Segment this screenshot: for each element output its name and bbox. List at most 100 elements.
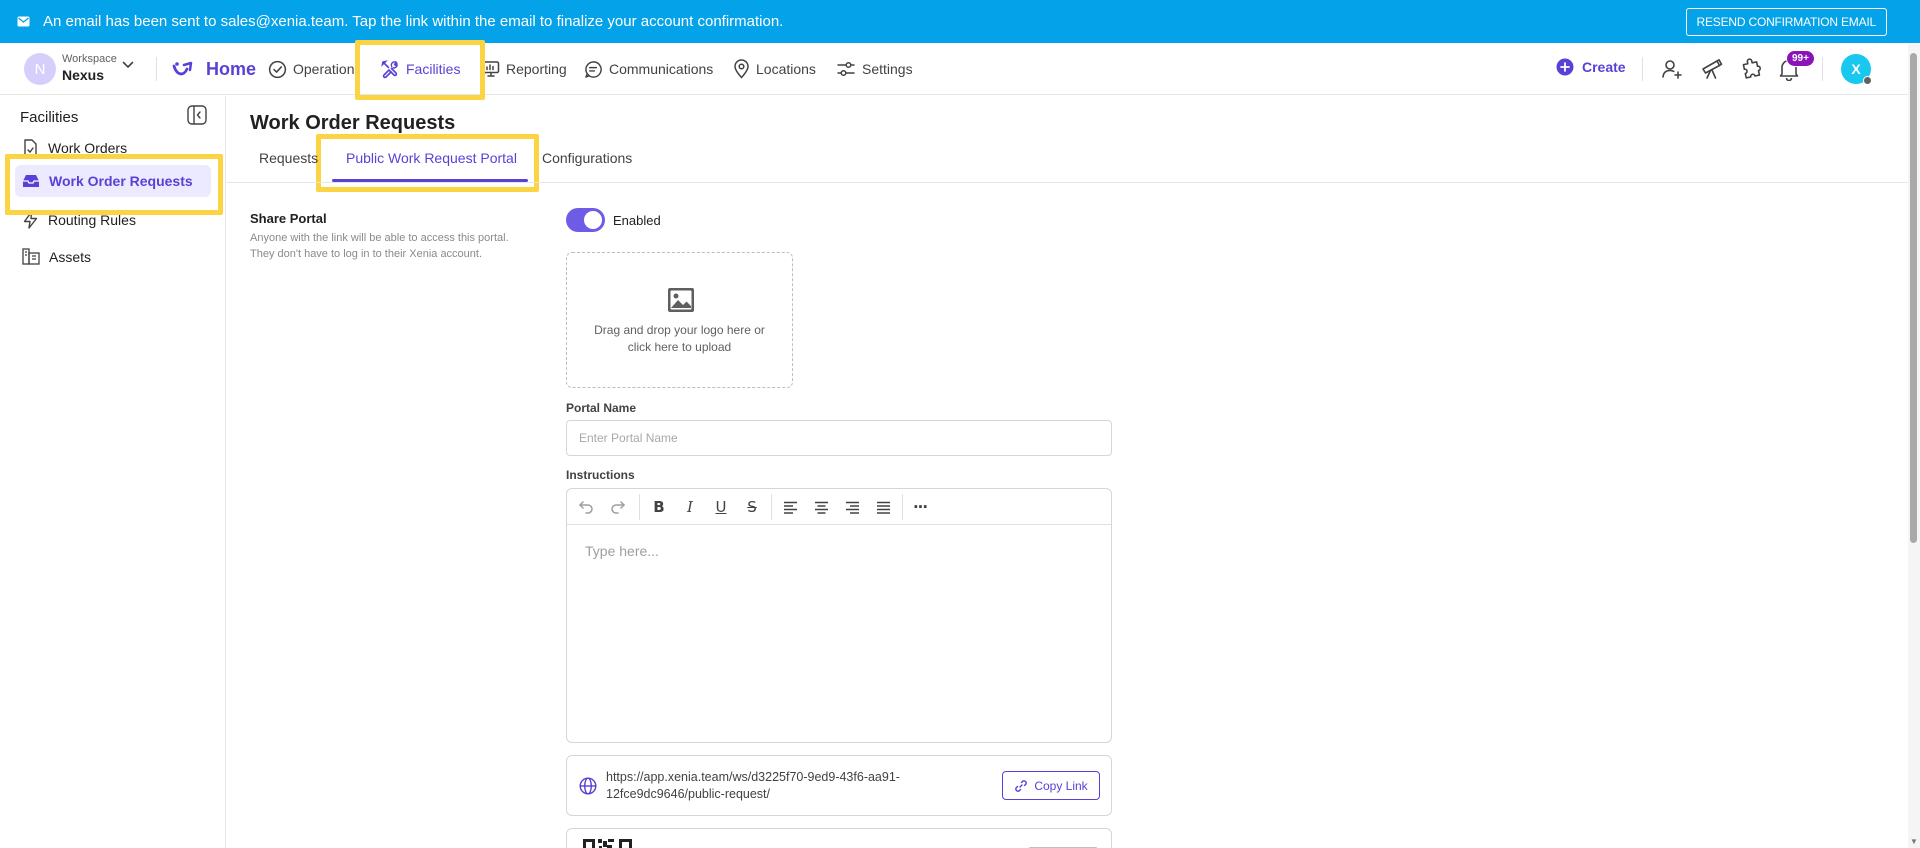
tab-configurations[interactable]: Configurations — [542, 150, 632, 166]
sidebar-item-label: Assets — [49, 248, 92, 265]
tools-icon — [380, 59, 400, 79]
create-label: Create — [1582, 59, 1626, 75]
workspace-name[interactable]: Nexus — [62, 67, 104, 83]
top-navigation: N Workspace Nexus Home Operations Facili… — [0, 43, 1908, 95]
sidebar-item-assets[interactable]: Assets — [22, 248, 91, 265]
instructions-label: Instructions — [566, 468, 635, 482]
upload-instructions: Drag and drop your logo here or click he… — [594, 323, 765, 354]
sidebar-item-routing-rules[interactable]: Routing Rules — [22, 211, 136, 229]
nav-communications-label: Communications — [609, 61, 714, 77]
qr-code-icon — [583, 839, 633, 848]
nav-locations-label: Locations — [756, 61, 816, 77]
nav-settings-label: Settings — [862, 61, 913, 77]
toggle-label: Enabled — [613, 213, 661, 228]
tab-requests[interactable]: Requests — [259, 150, 318, 166]
collapse-sidebar-icon[interactable] — [187, 105, 207, 125]
bold-button[interactable]: B — [650, 498, 668, 516]
undo-icon[interactable] — [577, 498, 595, 516]
archive-icon — [22, 248, 40, 265]
align-left-icon[interactable] — [781, 498, 799, 516]
nav-operations[interactable]: Operations — [268, 57, 356, 81]
scroll-down-arrow-icon[interactable]: ▼ — [1910, 837, 1918, 846]
strikethrough-button[interactable]: S — [743, 498, 761, 516]
page-title: Work Order Requests — [250, 112, 456, 134]
link-icon — [1014, 779, 1028, 793]
create-button[interactable]: Create — [1556, 58, 1626, 76]
lightning-icon — [22, 211, 39, 229]
image-icon — [667, 287, 695, 313]
nav-home[interactable]: Home — [172, 57, 256, 81]
toolbar-separator — [639, 494, 640, 520]
puzzle-icon[interactable] — [1740, 57, 1764, 81]
document-check-icon — [22, 139, 39, 157]
nav-facilities[interactable]: Facilities — [380, 57, 460, 81]
check-circle-icon — [268, 60, 287, 79]
sidebar-item-label: Routing Rules — [48, 212, 136, 228]
sidebar-item-work-orders[interactable]: Work Orders — [22, 139, 127, 157]
tab-public-work-request-portal[interactable]: Public Work Request Portal — [346, 150, 517, 166]
page-scrollbar[interactable]: ▼ — [1908, 43, 1920, 848]
status-dot — [1863, 76, 1872, 85]
location-pin-icon — [733, 59, 750, 79]
copy-link-button[interactable]: Copy Link — [1002, 771, 1100, 800]
underline-button[interactable]: U — [712, 498, 730, 516]
nav-reporting-label: Reporting — [506, 61, 567, 77]
nav-communications[interactable]: Communications — [584, 57, 713, 81]
qr-code-box — [566, 828, 1112, 848]
align-center-icon[interactable] — [812, 498, 830, 516]
sidebar-title: Facilities — [20, 109, 79, 126]
nav-locations[interactable]: Locations — [733, 57, 816, 81]
nav-facilities-label: Facilities — [406, 61, 461, 77]
nav-operations-label: Operations — [293, 61, 356, 77]
telescope-icon[interactable] — [1700, 57, 1724, 81]
italic-button[interactable]: I — [681, 498, 699, 516]
chevron-down-icon[interactable] — [122, 61, 134, 69]
workspace-label: Workspace — [62, 53, 117, 65]
toggle-knob — [584, 211, 602, 229]
nav-divider — [1642, 57, 1643, 81]
share-portal-description: Anyone with the link will be able to acc… — [250, 232, 509, 260]
tabs-divider — [226, 182, 1908, 183]
portal-name-input[interactable] — [566, 420, 1112, 456]
redo-icon[interactable] — [609, 498, 627, 516]
sidebar-item-label: Work Order Requests — [49, 173, 193, 189]
share-portal-title: Share Portal — [250, 211, 327, 226]
logo-upload-dropzone[interactable]: Drag and drop your logo here or click he… — [566, 252, 793, 388]
tray-icon — [22, 173, 40, 189]
portal-url: https://app.xenia.team/ws/d3225f70-9ed9-… — [606, 770, 900, 801]
share-portal-toggle[interactable] — [566, 208, 605, 232]
resend-confirmation-button[interactable]: RESEND CONFIRMATION EMAIL — [1685, 8, 1887, 36]
nav-divider — [1822, 57, 1823, 81]
nav-reporting[interactable]: Reporting — [482, 57, 567, 81]
banner-message: An email has been sent to sales@xenia.te… — [43, 13, 784, 30]
more-options-button[interactable]: ··· — [911, 498, 929, 516]
copy-link-label: Copy Link — [1034, 778, 1088, 793]
align-right-icon[interactable] — [843, 498, 861, 516]
invite-user-icon[interactable] — [1660, 57, 1684, 81]
nav-home-label: Home — [206, 58, 257, 79]
mail-icon — [17, 16, 30, 27]
sidebar-item-label: Work Orders — [48, 140, 128, 156]
confirmation-banner: An email has been sent to sales@xenia.te… — [0, 0, 1920, 43]
chat-icon — [584, 60, 603, 79]
toolbar-separator — [902, 494, 903, 520]
globe-icon — [579, 777, 597, 795]
plus-circle-icon — [1556, 58, 1574, 76]
nav-settings[interactable]: Settings — [836, 57, 913, 81]
editor-placeholder: Type here... — [585, 543, 659, 559]
editor-toolbar: B I U S ··· — [567, 489, 1111, 525]
instructions-editor[interactable]: B I U S ··· Type here... — [566, 488, 1112, 743]
portal-link-box: https://app.xenia.team/ws/d3225f70-9ed9-… — [566, 755, 1112, 816]
sidebar-item-work-order-requests[interactable]: Work Order Requests — [22, 173, 193, 189]
portal-name-label: Portal Name — [566, 401, 637, 415]
align-justify-icon[interactable] — [874, 498, 892, 516]
chart-board-icon — [482, 60, 500, 78]
scrollbar-thumb[interactable] — [1910, 53, 1917, 543]
nav-divider — [156, 57, 157, 81]
workspace-avatar[interactable]: N — [24, 53, 56, 85]
notifications-badge: 99+ — [1786, 50, 1815, 67]
home-logo-icon — [172, 61, 200, 77]
sliders-icon — [836, 60, 856, 78]
sidebar: Facilities Work Orders Work Order Reques… — [0, 96, 226, 848]
toolbar-separator — [771, 494, 772, 520]
